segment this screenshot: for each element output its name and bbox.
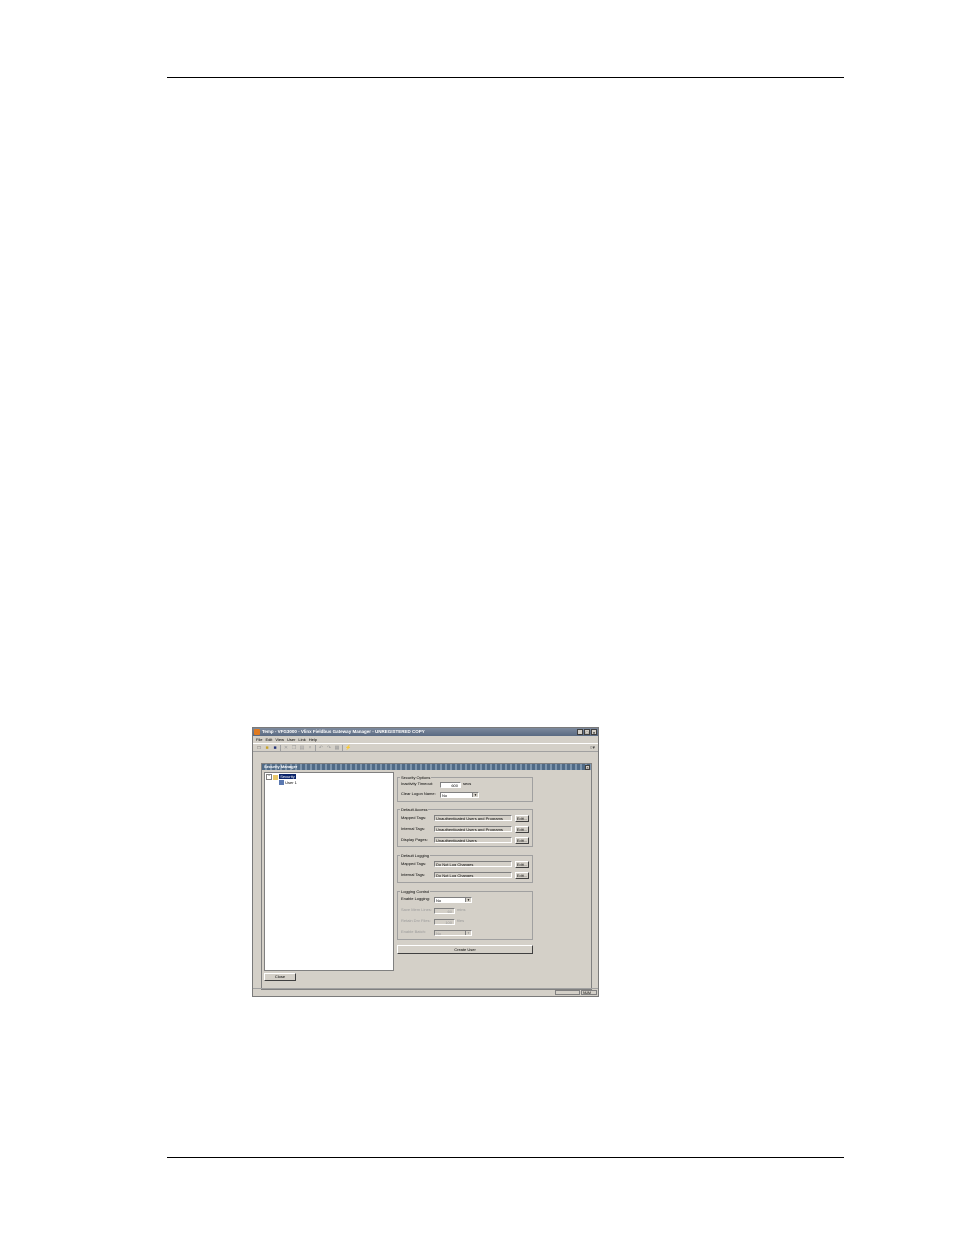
security-manager-window: Security Manager × − Security User 1 Clo… (261, 763, 592, 990)
save-icon[interactable]: ■ (272, 745, 278, 751)
inactivity-timeout-unit: secs (463, 781, 472, 786)
toolbar-separator (280, 744, 281, 751)
security-manager-close-icon[interactable]: × (585, 764, 590, 770)
print-icon[interactable]: ▦ (334, 745, 340, 751)
security-tree[interactable]: − Security User 1 (264, 772, 394, 971)
toolbar-separator (315, 744, 316, 751)
access-display-edit-button[interactable]: Edit... (515, 837, 529, 844)
access-display-pages-value: Unauthenticated Users (434, 837, 512, 843)
window-title: Temp - VFG3000 - Vlinx Fieldbus Gateway … (262, 729, 425, 734)
access-mapped-edit-button[interactable]: Edit... (515, 815, 529, 822)
app-icon (254, 729, 260, 735)
tree-node-user-1-label: User 1 (285, 780, 297, 785)
close-window-button[interactable]: × (591, 729, 597, 735)
app-window: Temp - VFG3000 - Vlinx Fieldbus Gateway … (252, 727, 599, 997)
lightning-icon[interactable]: ⚡ (345, 745, 351, 751)
access-display-pages-label: Display Pages: (401, 837, 428, 842)
logging-mapped-edit-button[interactable]: Edit... (515, 861, 529, 868)
log-save-label: Save Mem Lines: (401, 907, 432, 912)
default-logging-group: Default Logging Mapped Tags: Do Not Log … (397, 853, 533, 883)
collapse-icon[interactable]: − (266, 774, 272, 780)
menu-edit[interactable]: Edit (265, 736, 272, 743)
menu-bar: File Edit View User Link Help (253, 736, 598, 743)
log-batch-label: Enable Batch: (401, 929, 426, 934)
access-internal-tags-label: Internal Tags: (401, 826, 425, 831)
menu-file[interactable]: File (256, 736, 262, 743)
security-options-group: Security Options Inactivity Timeout: 600… (397, 775, 533, 802)
cut-icon[interactable]: ✕ (283, 745, 289, 751)
toolbar: □ ■ ■ ✕ ❐ ▤ × ↶ ↷ ▦ ⚡ ○▾ (253, 743, 598, 752)
chevron-down-icon[interactable]: ▼ (472, 793, 478, 797)
log-batch-select: No ▼ (434, 930, 472, 936)
logging-internal-tags-value: Do Not Log Changes (434, 872, 512, 878)
access-mapped-tags-label: Mapped Tags: (401, 815, 427, 820)
folder-key-icon (273, 774, 279, 780)
user-icon (279, 780, 284, 786)
inactivity-timeout-label: Inactivity Timeout: (401, 781, 434, 786)
help-icon[interactable]: ○▾ (589, 745, 595, 751)
default-logging-label: Default Logging (400, 853, 431, 858)
menu-user[interactable]: User (287, 736, 295, 743)
clear-logon-value: No (442, 793, 448, 798)
menu-view[interactable]: View (275, 736, 284, 743)
security-manager-title: Security Manager (262, 764, 591, 770)
clear-logon-select[interactable]: No ▼ (440, 792, 479, 798)
default-access-group: Default Access Mapped Tags: Unauthentica… (397, 807, 533, 847)
tree-node-user-1[interactable]: User 1 (279, 780, 297, 786)
logging-mapped-tags-value: Do Not Log Changes (434, 861, 512, 867)
clear-logon-label: Clear Logon Name: (401, 791, 436, 796)
create-user-button[interactable]: Create User (397, 945, 533, 954)
logging-control-group: Logging Control Enable Logging: No ▼ Sav… (397, 889, 533, 940)
log-save-input: 60 (434, 908, 455, 914)
enable-logging-value: No (436, 898, 442, 903)
status-bar: NUM (253, 988, 598, 996)
log-retain-label: Retain Drv Files: (401, 918, 431, 923)
toolbar-separator (342, 744, 343, 751)
access-internal-tags-value: Unauthenticated Users and Programs (434, 826, 512, 832)
enable-logging-select[interactable]: No ▼ (434, 897, 472, 903)
enable-logging-label: Enable Logging: (401, 896, 430, 901)
menu-help[interactable]: Help (309, 736, 317, 743)
tree-node-security-label: Security (279, 774, 296, 780)
security-options-label: Security Options (400, 775, 432, 780)
redo-icon[interactable]: ↷ (326, 745, 332, 751)
minimize-button[interactable]: _ (577, 729, 583, 735)
maximize-button[interactable]: □ (584, 729, 590, 735)
log-retain-input: 100 (434, 919, 455, 925)
undo-icon[interactable]: ↶ (318, 745, 324, 751)
delete-icon[interactable]: × (307, 745, 313, 751)
status-panel (555, 990, 580, 995)
chevron-down-icon[interactable]: ▼ (465, 898, 471, 902)
access-internal-edit-button[interactable]: Edit... (515, 826, 529, 833)
title-bar: Temp - VFG3000 - Vlinx Fieldbus Gateway … (253, 728, 598, 736)
default-access-label: Default Access (400, 807, 429, 812)
paste-icon[interactable]: ▤ (299, 745, 305, 751)
close-button[interactable]: Close (264, 973, 296, 981)
logging-control-label: Logging Control (400, 889, 431, 894)
logging-internal-edit-button[interactable]: Edit... (515, 872, 529, 879)
inactivity-timeout-input[interactable]: 600 (440, 782, 461, 788)
copy-icon[interactable]: ❐ (291, 745, 297, 751)
logging-internal-tags-label: Internal Tags: (401, 872, 425, 877)
access-mapped-tags-value: Unauthenticated Users and Programs (434, 815, 512, 821)
log-batch-value: No (436, 931, 442, 936)
status-num-indicator: NUM (581, 990, 597, 995)
chevron-down-icon: ▼ (465, 931, 471, 935)
log-save-unit: mins (457, 907, 466, 912)
open-icon[interactable]: ■ (264, 745, 270, 751)
log-retain-unit: files (457, 918, 465, 923)
header-rule (167, 77, 844, 78)
new-icon[interactable]: □ (256, 745, 262, 751)
footer-rule (167, 1157, 844, 1158)
logging-mapped-tags-label: Mapped Tags: (401, 861, 427, 866)
menu-link[interactable]: Link (298, 736, 305, 743)
